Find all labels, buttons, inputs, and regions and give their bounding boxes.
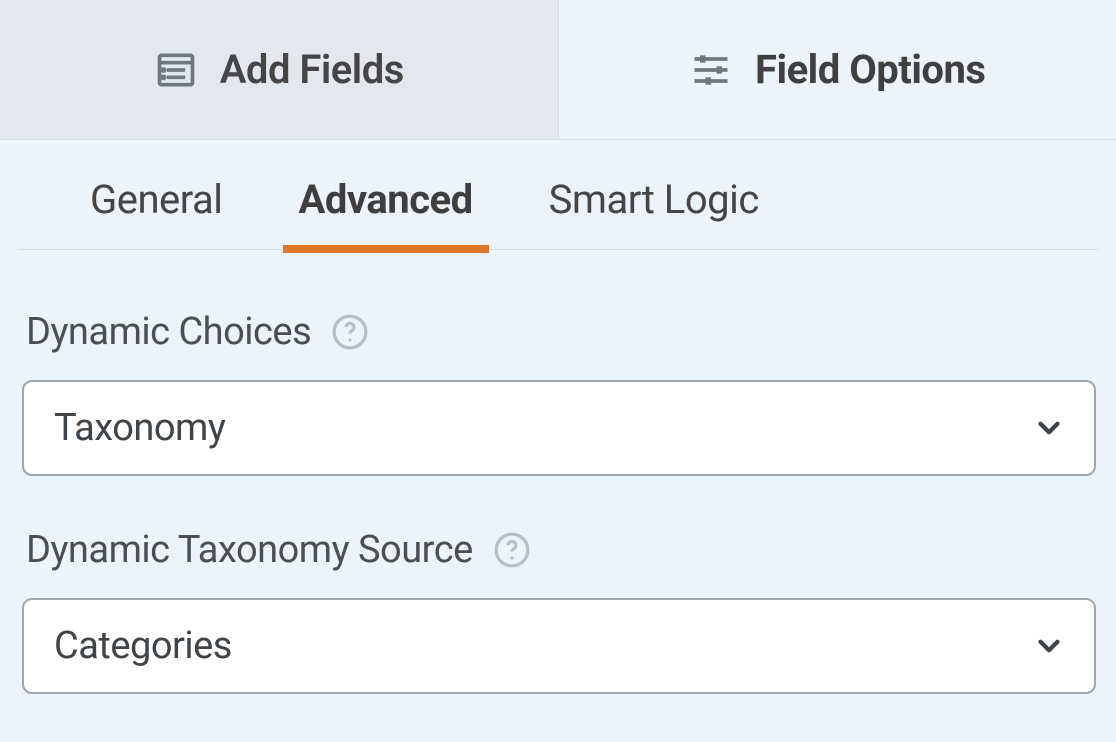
tab-field-options-label: Field Options bbox=[755, 46, 985, 93]
chevron-down-icon bbox=[1032, 411, 1066, 445]
chevron-down-icon bbox=[1032, 629, 1066, 663]
dynamic-choices-group: Dynamic Choices Taxonomy bbox=[22, 310, 1096, 476]
dynamic-taxonomy-source-label: Dynamic Taxonomy Source bbox=[26, 528, 473, 572]
subtab-general[interactable]: General bbox=[74, 176, 239, 253]
dynamic-taxonomy-source-value: Categories bbox=[54, 624, 232, 668]
field-options-panel: Dynamic Choices Taxonomy bbox=[0, 250, 1116, 694]
dynamic-choices-label: Dynamic Choices bbox=[26, 310, 311, 354]
tab-add-fields-label: Add Fields bbox=[220, 46, 404, 93]
help-icon[interactable] bbox=[331, 313, 369, 351]
help-icon[interactable] bbox=[493, 531, 531, 569]
dynamic-taxonomy-source-select[interactable]: Categories bbox=[22, 598, 1096, 694]
top-tabs: Add Fields Field Options bbox=[0, 0, 1116, 140]
sliders-icon bbox=[689, 48, 733, 92]
sub-tabs: General Advanced Smart Logic bbox=[18, 140, 1098, 250]
subtab-smart-logic[interactable]: Smart Logic bbox=[533, 176, 775, 253]
dynamic-choices-select[interactable]: Taxonomy bbox=[22, 380, 1096, 476]
tab-add-fields[interactable]: Add Fields bbox=[0, 0, 559, 139]
dynamic-choices-value: Taxonomy bbox=[54, 406, 225, 450]
dynamic-taxonomy-source-group: Dynamic Taxonomy Source Categories bbox=[22, 528, 1096, 694]
tab-field-options[interactable]: Field Options bbox=[559, 0, 1116, 139]
form-icon bbox=[154, 48, 198, 92]
subtab-advanced[interactable]: Advanced bbox=[283, 176, 489, 253]
